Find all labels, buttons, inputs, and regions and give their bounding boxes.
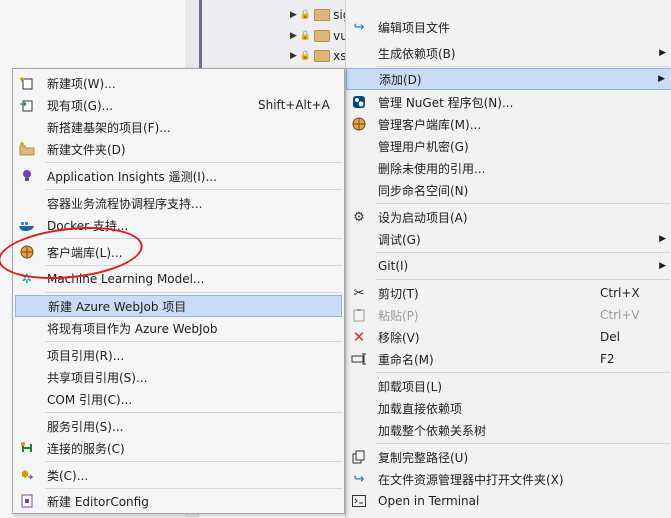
submenu-arrow-icon: ▶ [658, 74, 665, 84]
scissors-icon: ✂ [353, 285, 365, 301]
expand-triangle-icon[interactable]: ▶ [290, 10, 297, 20]
connected-service-icon [17, 438, 37, 458]
menu-separator [45, 461, 342, 462]
menu-separator [45, 162, 342, 163]
submenu-item-class[interactable]: 类(C)... [13, 464, 344, 486]
ml-model-icon: ✲ [21, 271, 33, 287]
submenu-item-docker-support[interactable]: Docker 支持... [13, 214, 344, 236]
menu-separator [45, 488, 342, 489]
tree-row[interactable]: ▶ 🔒 vu [290, 27, 348, 45]
project-context-menu: ↪ 编辑项目文件 生成依赖项(B) ▶ 添加(D) ▶ 管理 NuGet 程序包… [345, 0, 671, 518]
new-folder-icon [17, 139, 37, 159]
submenu-item-new-scaffolded-item[interactable]: 新搭建基架的项目(F)... [13, 116, 344, 138]
menu-item-load-direct-dependencies[interactable]: 加载直接依赖项 [346, 397, 671, 419]
editorconfig-icon [17, 491, 37, 511]
folder-icon [314, 30, 331, 42]
lock-icon: 🔒 [299, 51, 312, 61]
menu-item-sync-namespaces[interactable]: 同步命名空间(N) [346, 179, 671, 201]
menu-item-load-dependency-tree[interactable]: 加载整个依赖关系树 [346, 419, 671, 441]
submenu-item-new-editorconfig[interactable]: 新建 EditorConfig [13, 490, 344, 512]
menu-item-add[interactable]: 添加(D) ▶ [346, 68, 671, 90]
globe-icon [17, 242, 37, 262]
menu-item-build-dependencies[interactable]: 生成依赖项(B) ▶ [346, 42, 671, 64]
menu-separator [45, 341, 342, 342]
menu-item-manage-user-secrets[interactable]: 管理用户机密(G) [346, 135, 671, 157]
menu-separator [45, 265, 342, 266]
menu-item-open-in-explorer[interactable]: ↪ 在文件资源管理器中打开文件夹(X) [346, 468, 671, 490]
folder-icon [314, 9, 331, 21]
folder-icon [314, 50, 331, 62]
menu-item-set-startup-project[interactable]: ⚙ 设为启动项目(A) [346, 206, 671, 228]
submenu-item-service-reference[interactable]: 服务引用(S)... [13, 415, 344, 437]
refresh-arrow-icon: ↪ [353, 471, 365, 487]
menu-separator [45, 189, 342, 190]
submenu-item-new-item[interactable]: 新建项(W)... [13, 72, 344, 94]
menu-item-rename[interactable]: 重命名(M) F2 [346, 348, 671, 370]
tree-row[interactable]: ▶ 🔒 sig [290, 6, 350, 24]
menu-item-paste[interactable]: 粘贴(P) Ctrl+V [346, 304, 671, 326]
tree-row[interactable]: ▶ 🔒 xs [290, 47, 347, 65]
menu-item-manage-nuget[interactable]: 管理 NuGet 程序包(N)... [346, 91, 671, 113]
menu-separator [45, 412, 342, 413]
menu-item-git[interactable]: Git(I) ▶ [346, 255, 671, 277]
menu-item-unload-project[interactable]: 卸载项目(L) [346, 375, 671, 397]
remove-x-icon: ✕ [352, 328, 366, 346]
lock-icon: 🔒 [299, 10, 312, 20]
docker-icon [17, 215, 37, 235]
submenu-item-existing-as-azure-webjob[interactable]: 将现有项目作为 Azure WebJob [13, 317, 344, 339]
lock-icon: 🔒 [299, 31, 312, 41]
rename-icon [349, 349, 369, 369]
submenu-item-client-side-library[interactable]: 客户端库(L)... [13, 241, 344, 263]
submenu-item-project-reference[interactable]: 项目引用(R)... [13, 344, 344, 366]
menu-separator [45, 292, 342, 293]
menu-item-copy-full-path[interactable]: 复制完整路径(U) [346, 446, 671, 468]
submenu-arrow-icon: ▶ [659, 261, 666, 271]
submenu-item-new-folder[interactable]: 新建文件夹(D) [13, 138, 344, 160]
paste-icon [349, 305, 369, 325]
menu-item-remove-unused-references[interactable]: 删除未使用的引用... [346, 157, 671, 179]
copy-icon [349, 447, 369, 467]
menu-item-manage-client-libraries[interactable]: 管理客户端库(M)... [346, 113, 671, 135]
submenu-arrow-icon: ▶ [659, 234, 666, 244]
submenu-item-existing-item[interactable]: 现有项(G)... Shift+Alt+A [13, 94, 344, 116]
class-icon [17, 465, 37, 485]
submenu-item-application-insights[interactable]: Application Insights 遥测(I)... [13, 165, 344, 187]
menu-separator [376, 443, 670, 444]
menu-item-open-in-terminal[interactable]: Open in Terminal [346, 490, 671, 512]
menu-item-remove[interactable]: ✕ 移除(V) Del [346, 326, 671, 348]
menu-separator [376, 279, 670, 280]
existing-item-icon [17, 95, 37, 115]
refresh-arrow-icon: ↪ [353, 19, 365, 35]
submenu-item-connected-services[interactable]: 连接的服务(C) [13, 437, 344, 459]
globe-icon [349, 114, 369, 134]
gear-icon: ⚙ [353, 209, 365, 225]
expand-triangle-icon[interactable]: ▶ [290, 51, 297, 61]
menu-separator [376, 66, 670, 67]
submenu-item-com-reference[interactable]: COM 引用(C)... [13, 388, 344, 410]
nuget-icon [349, 92, 369, 112]
submenu-item-container-orchestrator[interactable]: 容器业务流程协调程序支持... [13, 192, 344, 214]
menu-item-cut[interactable]: ✂ 剪切(T) Ctrl+X [346, 282, 671, 304]
new-item-icon [17, 73, 37, 93]
menu-separator [376, 203, 670, 204]
submenu-item-shared-project-reference[interactable]: 共享项目引用(S)... [13, 366, 344, 388]
menu-separator [45, 238, 342, 239]
expand-triangle-icon[interactable]: ▶ [290, 31, 297, 41]
menu-item-edit-project-file[interactable]: ↪ 编辑项目文件 [346, 16, 671, 38]
submenu-item-new-azure-webjob[interactable]: 新建 Azure WebJob 项目 [15, 295, 342, 317]
terminal-icon [349, 491, 369, 511]
add-submenu: 新建项(W)... 现有项(G)... Shift+Alt+A 新搭建基架的项目… [12, 68, 345, 514]
submenu-arrow-icon: ▶ [659, 48, 666, 58]
menu-separator [376, 252, 670, 253]
lightbulb-icon [17, 166, 37, 186]
submenu-item-machine-learning-model[interactable]: ✲ Machine Learning Model... [13, 268, 344, 290]
menu-item-debug[interactable]: 调试(G) ▶ [346, 228, 671, 250]
menu-separator [376, 372, 670, 373]
